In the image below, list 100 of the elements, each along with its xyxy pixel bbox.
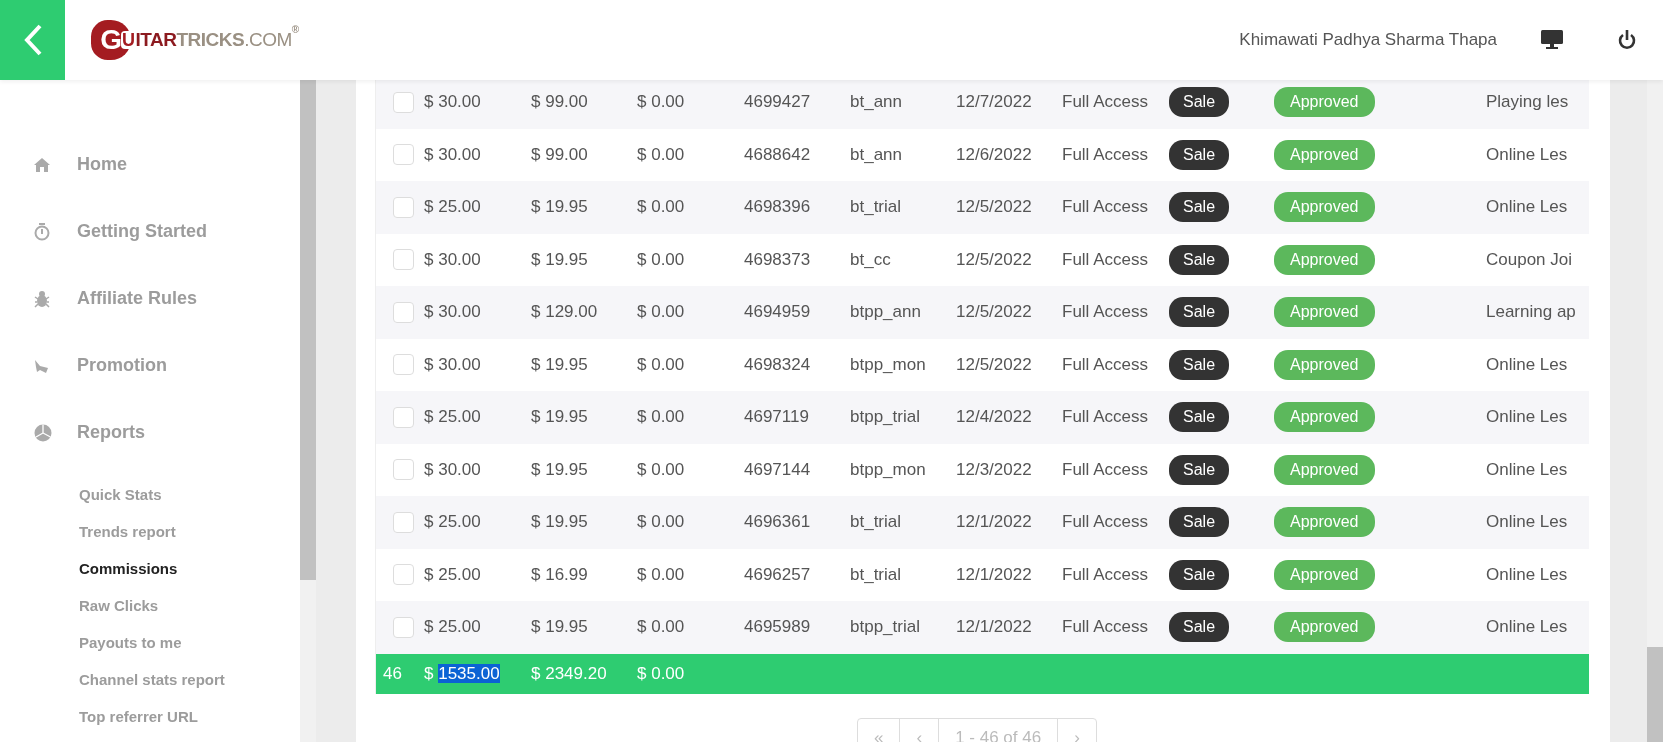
table-cell: btpp_trial	[850, 407, 920, 428]
table-cell: $ 0.00	[637, 407, 685, 428]
status-badge: Approved	[1274, 454, 1375, 485]
row-checkbox[interactable]	[392, 91, 414, 113]
submenu-link[interactable]: Quick Stats	[79, 476, 162, 513]
pagination-button[interactable]: 1 - 46 of 46	[938, 717, 1059, 742]
table-cell: Online Les	[1486, 564, 1568, 585]
submenu-link[interactable]: Commissions	[79, 550, 178, 587]
type-badge: Sale	[1169, 559, 1230, 590]
table-cell: btpp_trial	[850, 617, 920, 638]
status-badge: Approved	[1274, 612, 1375, 643]
row-checkbox[interactable]	[392, 511, 414, 533]
scrollbar[interactable]	[300, 80, 316, 742]
pie-chart-icon	[34, 423, 52, 442]
row-checkbox[interactable]	[392, 196, 414, 218]
table-cell: $ 99.00	[531, 144, 588, 165]
submenu-link[interactable]: Trends report	[79, 513, 176, 550]
table-cell: 12/1/2022	[956, 564, 1032, 585]
table-cell: $ 30.00	[424, 459, 481, 480]
monitor-icon[interactable]	[1541, 30, 1563, 50]
type-badge: Sale	[1169, 139, 1230, 170]
table-cell: 4688642	[744, 144, 811, 165]
table-cell: 4697119	[744, 407, 809, 428]
total-cell: $ 2349.20	[531, 663, 607, 684]
table-cell: $ 25.00	[424, 512, 481, 533]
table-cell: 12/5/2022	[956, 302, 1032, 323]
row-checkbox[interactable]	[392, 459, 414, 481]
table-cell: 12/3/2022	[956, 459, 1032, 480]
table-cell: btpp_mon	[850, 354, 926, 375]
scrollbar[interactable]	[1647, 80, 1663, 742]
table-cell: 4698373	[744, 249, 811, 270]
status-badge: Approved	[1274, 349, 1375, 380]
nav-item[interactable]: Promotion	[34, 332, 300, 399]
table-cell: $ 16.99	[531, 564, 588, 585]
table-cell: Full Access	[1062, 92, 1148, 113]
table-cell: $ 30.00	[424, 354, 481, 375]
total-cell: $ 0.00	[637, 663, 685, 684]
table-cell: $ 19.95	[531, 407, 588, 428]
table-cell: 4698324	[744, 354, 811, 375]
table-cell: $ 0.00	[637, 249, 685, 270]
table-cell: Full Access	[1062, 249, 1148, 270]
table-cell: $ 25.00	[424, 197, 481, 218]
status-badge: Approved	[1274, 297, 1375, 328]
nav-item[interactable]: Reports	[34, 399, 300, 466]
submenu-link[interactable]: Payouts to me	[79, 624, 182, 661]
power-icon[interactable]	[1618, 30, 1636, 50]
table-cell: $ 19.95	[531, 617, 588, 638]
table-cell: 12/6/2022	[956, 144, 1032, 165]
table-cell: 4694959	[744, 302, 811, 323]
submenu-link[interactable]: Raw Clicks	[79, 587, 159, 624]
row-checkbox[interactable]	[392, 564, 414, 586]
row-checkbox[interactable]	[392, 354, 414, 376]
nav-item[interactable]: Home	[34, 131, 300, 198]
table-cell: Online Les	[1486, 512, 1568, 533]
table-cell: $ 0.00	[637, 354, 685, 375]
table-cell: $ 30.00	[424, 249, 481, 270]
pagination-button[interactable]: «	[857, 717, 901, 742]
row-checkbox[interactable]	[392, 249, 414, 271]
status-badge: Approved	[1274, 402, 1375, 433]
total-count: 46	[383, 663, 402, 684]
row-checkbox[interactable]	[392, 616, 414, 638]
table-cell: $ 0.00	[637, 617, 685, 638]
nav-item[interactable]: Affiliate Rules	[34, 265, 300, 332]
status-badge: Approved	[1274, 87, 1375, 118]
table-cell: $ 30.00	[424, 92, 481, 113]
nav-item[interactable]: Getting Started	[34, 198, 300, 265]
table-cell: Full Access	[1062, 144, 1148, 165]
status-badge: Approved	[1274, 559, 1375, 590]
type-badge: Sale	[1169, 87, 1230, 118]
table-cell: Online Les	[1486, 407, 1568, 428]
table-cell: $ 99.00	[531, 92, 588, 113]
table-cell: 12/5/2022	[956, 197, 1032, 218]
logo[interactable]: GUITARTRICKS.COM®	[91, 18, 299, 62]
row-checkbox[interactable]	[392, 301, 414, 323]
status-badge: Approved	[1274, 244, 1375, 275]
home-icon	[34, 157, 50, 172]
back-button[interactable]	[0, 0, 65, 80]
table-cell: Full Access	[1062, 197, 1148, 218]
submenu-link[interactable]: Top referrer URL	[79, 698, 198, 735]
stopwatch-icon	[34, 222, 50, 241]
bug-icon	[34, 289, 50, 308]
table-cell: $ 30.00	[424, 144, 481, 165]
table-cell: Full Access	[1062, 302, 1148, 323]
table-cell: 12/4/2022	[956, 407, 1032, 428]
table-cell: Learning ap	[1486, 302, 1576, 323]
table-cell: Full Access	[1062, 407, 1148, 428]
table-cell: 4697144	[744, 459, 811, 480]
table-cell: btpp_mon	[850, 459, 926, 480]
table-cell: 4696361	[744, 512, 811, 533]
row-checkbox[interactable]	[392, 144, 414, 166]
pagination-button[interactable]: ‹	[899, 717, 940, 742]
table-cell: Online Les	[1486, 197, 1568, 218]
pagination-button[interactable]: ›	[1057, 717, 1097, 742]
submenu-link[interactable]: Channel stats report	[79, 661, 225, 698]
table-cell: 12/7/2022	[956, 92, 1032, 113]
row-checkbox[interactable]	[392, 406, 414, 428]
type-badge: Sale	[1169, 612, 1230, 643]
table-cell: 4698396	[744, 197, 811, 218]
type-badge: Sale	[1169, 402, 1230, 433]
table-cell: bt_trial	[850, 564, 902, 585]
